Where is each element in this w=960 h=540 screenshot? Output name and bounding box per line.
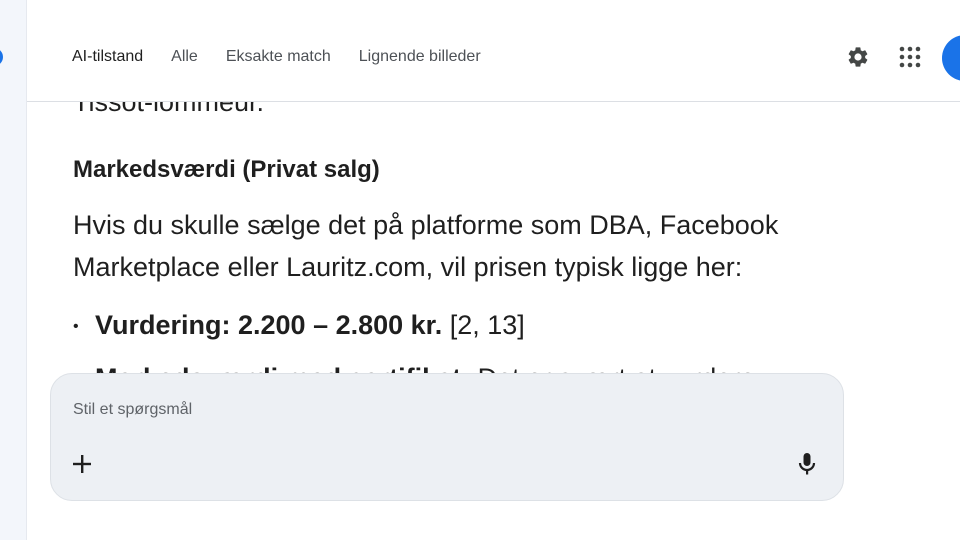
rail-indicator[interactable] (0, 48, 3, 66)
list-item: • Vurdering: 2.200 – 2.800 kr. [2, 13] (73, 307, 525, 345)
bullet-dot: • (73, 317, 79, 335)
section-heading: Markedsværdi (Privat salg) (73, 156, 380, 183)
top-bar: AI-tilstand Alle Eksakte match Lignende … (27, 0, 960, 102)
tab-similar-images[interactable]: Lignende billeder (359, 47, 481, 67)
left-rail (0, 0, 27, 540)
search-tabs: AI-tilstand Alle Eksakte match Lignende … (72, 47, 509, 67)
microphone-icon[interactable] (797, 452, 817, 476)
apps-grid-icon[interactable] (899, 46, 921, 68)
avatar[interactable] (942, 35, 960, 81)
gear-icon[interactable] (846, 45, 870, 69)
prompt-placeholder[interactable]: Stil et spørgsmål (73, 401, 192, 419)
tab-ai-mode[interactable]: AI-tilstand (72, 47, 143, 67)
bullet-bold-text: Vurdering: 2.200 – 2.800 kr. (95, 310, 443, 340)
plus-icon[interactable] (72, 454, 92, 474)
prompt-input[interactable]: Stil et spørgsmål (50, 373, 844, 501)
tab-all[interactable]: Alle (171, 47, 198, 67)
citation-ref[interactable]: [2, 13] (442, 310, 525, 340)
answer-paragraph: Hvis du skulle sælge det på platforme so… (73, 210, 779, 282)
tab-exact-match[interactable]: Eksakte match (226, 47, 331, 67)
